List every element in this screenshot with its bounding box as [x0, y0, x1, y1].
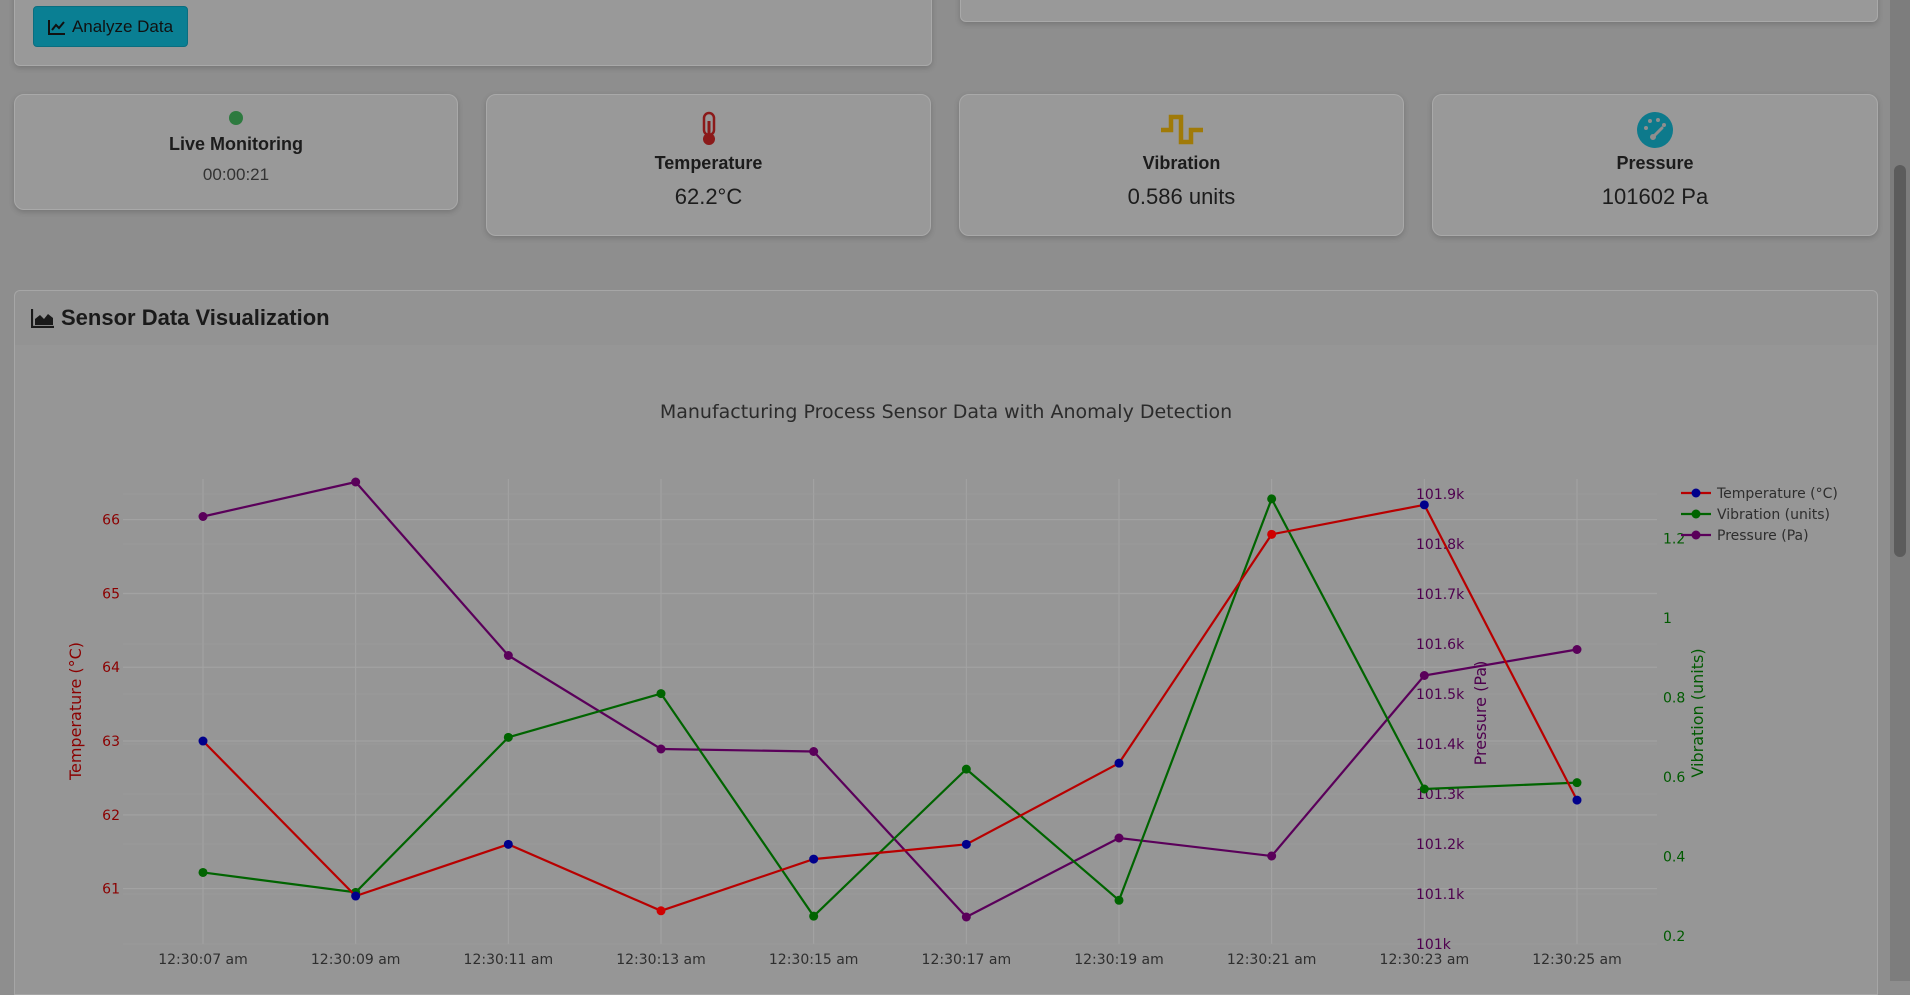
series-point-0	[1419, 500, 1429, 510]
y-left-tick-label: 62	[102, 808, 120, 824]
section-title: Sensor Data Visualization	[61, 305, 330, 330]
y-pressure-tick-label: 101.5k	[1416, 687, 1465, 703]
scrollbar-thumb[interactable]	[1894, 165, 1906, 557]
series-line-1	[202, 496, 1578, 918]
series-point-2	[961, 912, 971, 922]
series-point-1	[1267, 494, 1277, 504]
series-point-0	[656, 906, 666, 916]
x-tick-label: 12:30:09 am	[311, 952, 401, 968]
series-point-1	[809, 911, 819, 921]
series-point-0	[1114, 758, 1124, 768]
series-point-0	[961, 839, 971, 849]
wave-square-icon	[1160, 114, 1203, 145]
sensor-visualization-header: Sensor Data Visualization	[14, 290, 1878, 346]
thermometer-icon	[702, 111, 715, 145]
series-point-2	[1419, 671, 1429, 680]
y-right-tick-label: 0.8	[1663, 691, 1685, 707]
series-point-2	[1267, 851, 1277, 861]
series-point-2	[1114, 833, 1124, 843]
legend-marker	[1691, 530, 1701, 540]
temperature-title: Temperature	[654, 153, 763, 173]
y-left-axis-label: Temperature (°C)	[66, 642, 85, 781]
chart-title: Manufacturing Process Sensor Data with A…	[660, 401, 1232, 423]
legend-entry: Vibration (units)	[1717, 507, 1830, 523]
series-point-1	[961, 764, 971, 774]
series-point-1	[1572, 778, 1582, 788]
y-pressure-tick-label: 101.2k	[1416, 837, 1465, 853]
live-monitoring-title: Live Monitoring	[169, 134, 303, 154]
y-pressure-tick-label: 101.4k	[1416, 737, 1465, 753]
temperature-card: Temperature 62.2°C	[486, 94, 931, 236]
series-point-1	[656, 689, 666, 699]
x-tick-label: 12:30:17 am	[922, 952, 1012, 968]
series-point-2	[503, 651, 513, 660]
y-pressure-tick-label: 101.1k	[1416, 887, 1465, 903]
series-point-2	[656, 744, 666, 754]
vibration-card: Vibration 0.586 units	[959, 94, 1404, 236]
sensor-chart: Manufacturing Process Sensor Data with A…	[66, 401, 1838, 968]
series-point-2	[809, 747, 819, 756]
series-point-0	[503, 839, 513, 849]
x-tick-label: 12:30:25 am	[1532, 952, 1622, 968]
series-point-0	[198, 736, 208, 746]
gauge-icon	[1637, 112, 1673, 148]
series-point-2	[1572, 645, 1582, 654]
series-point-0	[1572, 795, 1582, 805]
vibration-title: Vibration	[1142, 153, 1221, 173]
analyze-data-label: Analyze Data	[71, 16, 174, 36]
y-pressure-tick-label: 101.8k	[1416, 537, 1465, 553]
x-tick-label: 12:30:21 am	[1227, 952, 1317, 968]
area-chart-icon	[31, 309, 54, 328]
series-point-1	[1114, 895, 1124, 905]
x-tick-label: 12:30:23 am	[1380, 952, 1470, 968]
x-tick-label: 12:30:19 am	[1074, 952, 1164, 968]
series-point-2	[198, 512, 208, 521]
chart-container: Manufacturing Process Sensor Data with A…	[14, 345, 1878, 995]
pressure-card: Pressure 101602 Pa	[1432, 94, 1878, 236]
legend-marker	[1691, 488, 1701, 498]
x-tick-label: 12:30:13 am	[616, 952, 706, 968]
series-point-0	[351, 891, 361, 901]
y-left-tick-label: 66	[102, 513, 120, 529]
y-right-tick-label: 0.4	[1663, 850, 1685, 866]
legend-entry: Pressure (Pa)	[1717, 528, 1809, 544]
y-left-tick-label: 64	[102, 660, 120, 676]
x-tick-label: 12:30:07 am	[158, 952, 248, 968]
vibration-value: 0.586 units	[1127, 184, 1236, 209]
pressure-value: 101602 Pa	[1601, 184, 1709, 209]
series-point-0	[1267, 529, 1277, 539]
status-card	[960, 0, 1878, 22]
scrollbar[interactable]	[1890, 0, 1910, 981]
series-point-1	[198, 867, 208, 877]
series-line-0	[202, 503, 1578, 912]
y-left-tick-label: 63	[102, 734, 120, 750]
live-monitoring-card: Live Monitoring 00:00:21	[14, 94, 458, 210]
live-monitoring-timer: 00:00:21	[202, 165, 270, 184]
y-left-tick-label: 61	[102, 882, 120, 898]
series-point-1	[503, 732, 513, 742]
temperature-value: 62.2°C	[674, 184, 743, 209]
y-right-tick-label: 0.2	[1663, 929, 1685, 945]
y-left-tick-label: 65	[102, 586, 120, 602]
series-point-0	[809, 854, 819, 864]
y-pressure-axis-label: Pressure (Pa)	[1471, 661, 1490, 766]
y-right-tick-label: 1	[1663, 611, 1672, 627]
x-tick-label: 12:30:15 am	[769, 952, 859, 968]
legend-marker	[1691, 509, 1701, 519]
y-pressure-tick-label: 101.6k	[1416, 637, 1465, 653]
x-tick-label: 12:30:11 am	[464, 952, 554, 968]
y-right-axis-label: Vibration (units)	[1688, 648, 1707, 777]
y-pressure-tick-label: 101k	[1416, 937, 1452, 953]
pressure-title: Pressure	[1616, 153, 1694, 173]
live-status-dot-icon	[229, 111, 243, 125]
y-pressure-tick-label: 101.7k	[1416, 587, 1465, 603]
legend-entry: Temperature (°C)	[1716, 486, 1838, 502]
series-point-2	[351, 477, 361, 487]
line-chart-icon	[47, 19, 65, 35]
analyze-data-button[interactable]: Analyze Data	[33, 6, 188, 47]
y-right-tick-label: 0.6	[1663, 770, 1685, 786]
series-point-1	[1419, 784, 1429, 794]
